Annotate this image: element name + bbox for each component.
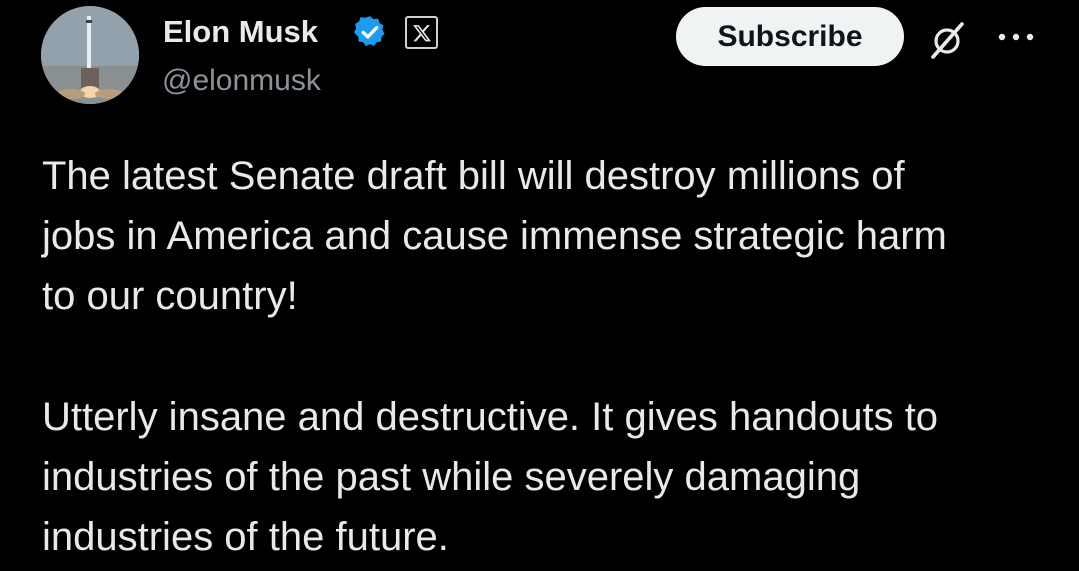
subscribe-button[interactable]: Subscribe (676, 7, 904, 66)
post-text-line: industries of the future. (42, 515, 449, 559)
post-text-line: Utterly insane and destructive. It gives… (42, 395, 939, 439)
author-name[interactable]: Elon Musk (163, 10, 318, 54)
post-text-line: jobs in America and cause immense strate… (42, 214, 947, 258)
grok-icon[interactable] (924, 17, 970, 63)
avatar[interactable] (41, 6, 139, 104)
rocket-launch-image (41, 6, 139, 104)
verified-check-icon[interactable] (352, 14, 388, 50)
post-text-paragraph-1: The latest Senate draft bill will destro… (42, 146, 1042, 326)
author-handle[interactable]: @elonmusk (162, 60, 321, 102)
post-text-line: industries of the past while severely da… (42, 455, 861, 499)
post-text-line: The latest Senate draft bill will destro… (42, 154, 905, 198)
post-text-paragraph-2: Utterly insane and destructive. It gives… (42, 387, 1042, 567)
more-options-icon[interactable] (992, 22, 1040, 52)
x-logo-icon[interactable] (405, 16, 438, 49)
post-text-line: to our country! (42, 274, 298, 318)
